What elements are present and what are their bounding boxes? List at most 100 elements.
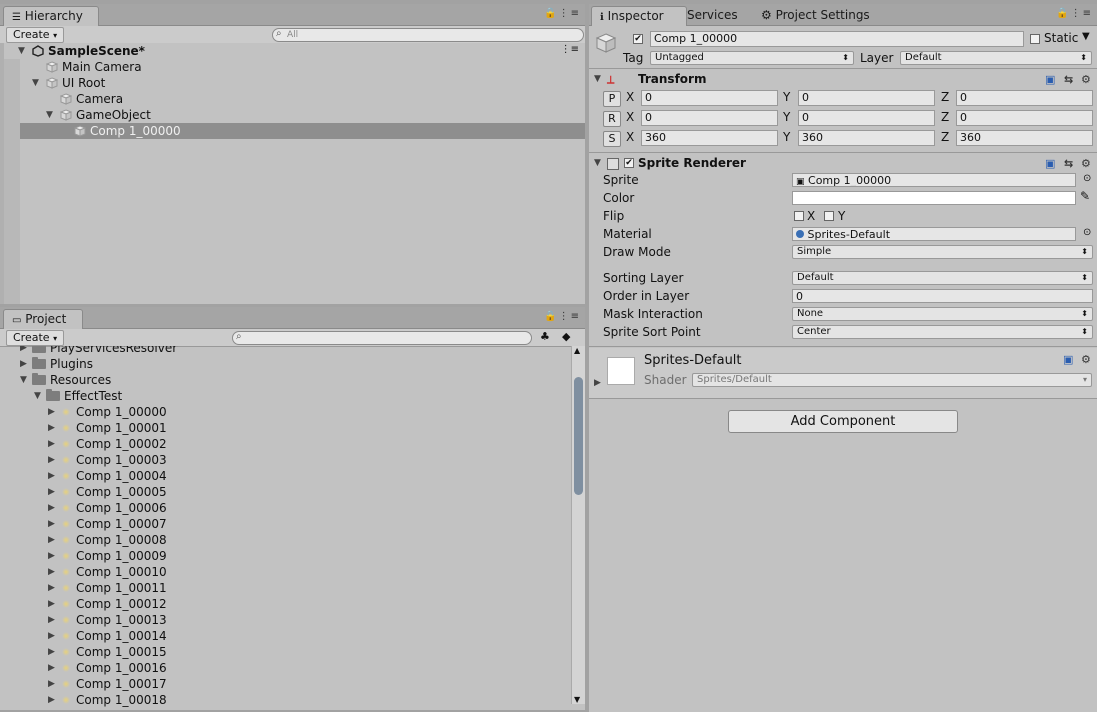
project-asset-item[interactable]: ▶ Comp 1_00006 <box>4 500 571 516</box>
position-x-field[interactable]: 0 <box>641 90 778 106</box>
collapse-arrow-icon[interactable]: ▶ <box>48 628 55 644</box>
hierarchy-item[interactable]: ▼ SampleScene* <box>4 43 585 59</box>
collapse-arrow-icon[interactable]: ▶ <box>48 660 55 676</box>
hierarchy-item[interactable]: ▼ GameObject <box>4 107 585 123</box>
project-asset-item[interactable]: ▶ Comp 1_00016 <box>4 660 571 676</box>
scale-reset-button[interactable]: S <box>603 131 621 147</box>
project-folder-item[interactable]: ▶ PlayServicesResolver <box>4 346 571 356</box>
filter-by-label-icon[interactable]: ◆ <box>562 330 570 343</box>
sprite-sort-point-dropdown[interactable]: Center ⬍ <box>792 325 1093 339</box>
expand-arrow-icon[interactable]: ▼ <box>32 75 39 91</box>
sorting-layer-dropdown[interactable]: Default ⬍ <box>792 271 1093 285</box>
help-icon[interactable]: ▣ <box>1045 71 1055 88</box>
scale-x-field[interactable]: 360 <box>641 130 778 146</box>
sprite-renderer-header[interactable]: ▼ ✔ Sprite Renderer ▣ ⇆ ⚙ <box>589 155 1097 172</box>
tag-dropdown[interactable]: Untagged ⬍ <box>650 51 854 65</box>
project-asset-item[interactable]: ▶ Comp 1_00010 <box>4 564 571 580</box>
project-asset-item[interactable]: ▶ Comp 1_00018 <box>4 692 571 708</box>
preset-icon[interactable]: ⇆ <box>1064 71 1073 88</box>
project-folder-item[interactable]: ▶ Plugins <box>4 356 571 372</box>
project-folder-item[interactable]: ▼ EffectTest <box>4 388 571 404</box>
collapse-arrow-icon[interactable]: ▶ <box>48 500 55 516</box>
mask-interaction-dropdown[interactable]: None ⬍ <box>792 307 1093 321</box>
collapse-arrow-icon[interactable]: ▼ <box>594 155 601 172</box>
project-create-button[interactable]: Create ▾ <box>6 330 65 346</box>
project-asset-item[interactable]: ▶ Comp 1_00004 <box>4 468 571 484</box>
rotation-x-field[interactable]: 0 <box>641 110 778 126</box>
object-picker-icon[interactable]: ⊙ <box>1083 227 1091 238</box>
position-reset-button[interactable]: P <box>603 91 621 107</box>
help-icon[interactable]: ▣ <box>1045 155 1055 172</box>
collapse-arrow-icon[interactable]: ▶ <box>48 516 55 532</box>
collapse-arrow-icon[interactable]: ▼ <box>594 71 601 88</box>
collapse-arrow-icon[interactable]: ▶ <box>48 644 55 660</box>
project-asset-item[interactable]: ▶ Comp 1_00009 <box>4 548 571 564</box>
collapse-arrow-icon[interactable]: ▶ <box>48 436 55 452</box>
collapse-arrow-icon[interactable]: ▶ <box>48 532 55 548</box>
project-asset-item[interactable]: ▶ Comp 1_00014 <box>4 628 571 644</box>
panel-menu-icons[interactable]: 🔒⋮≡ <box>544 8 581 19</box>
object-active-checkbox[interactable]: ✔ <box>633 34 643 44</box>
transform-header[interactable]: ▼ ⟂ Transform ▣ ⇆ ⚙ <box>589 71 1097 88</box>
position-y-field[interactable]: 0 <box>798 90 935 106</box>
flip-y-checkbox[interactable] <box>824 211 834 221</box>
order-in-layer-field[interactable]: 0 <box>792 289 1093 303</box>
add-component-button[interactable]: Add Component <box>728 410 958 433</box>
scroll-thumb[interactable] <box>574 377 583 495</box>
collapse-arrow-icon[interactable]: ▶ <box>48 692 55 708</box>
project-scrollbar[interactable]: ▲ ▼ <box>571 346 585 704</box>
collapse-arrow-icon[interactable]: ▶ <box>48 452 55 468</box>
collapse-arrow-icon[interactable]: ▶ <box>20 356 27 372</box>
scene-menu-icon[interactable]: ⋮≡ <box>561 44 579 55</box>
sprite-renderer-enabled-checkbox[interactable]: ✔ <box>624 158 634 168</box>
layer-dropdown[interactable]: Default ⬍ <box>900 51 1092 65</box>
project-asset-item[interactable]: ▶ Comp 1_00011 <box>4 580 571 596</box>
expand-arrow-icon[interactable]: ▼ <box>46 107 53 123</box>
hierarchy-item[interactable]: Comp 1_00000 <box>4 123 585 139</box>
hierarchy-item[interactable]: Main Camera <box>4 59 585 75</box>
scale-z-field[interactable]: 360 <box>956 130 1093 146</box>
filter-by-type-icon[interactable]: ♣ <box>540 330 550 343</box>
project-asset-item[interactable]: ▶ Comp 1_00013 <box>4 612 571 628</box>
color-field[interactable] <box>792 191 1076 205</box>
expand-arrow-icon[interactable]: ▼ <box>20 372 27 388</box>
project-asset-item[interactable]: ▶ Comp 1_00012 <box>4 596 571 612</box>
static-checkbox[interactable] <box>1030 34 1040 44</box>
collapse-arrow-icon[interactable]: ▶ <box>48 420 55 436</box>
project-folder-item[interactable]: ▼ Resources <box>4 372 571 388</box>
collapse-arrow-icon[interactable]: ▶ <box>48 596 55 612</box>
project-search-input[interactable]: ⌕ <box>232 331 532 345</box>
expand-arrow-icon[interactable]: ▶ <box>594 378 601 388</box>
tab-hierarchy[interactable]: ☰ Hierarchy <box>3 6 99 26</box>
tab-project[interactable]: ▭ Project <box>3 309 83 329</box>
panel-menu-icons[interactable]: 🔒⋮≡ <box>1056 8 1093 19</box>
hierarchy-item[interactable]: Camera <box>4 91 585 107</box>
position-z-field[interactable]: 0 <box>956 90 1093 106</box>
tab-project-settings[interactable]: ⚙ Project Settings <box>753 6 878 25</box>
tab-services[interactable]: Services <box>679 6 746 25</box>
settings-gear-icon[interactable]: ⚙ <box>1081 155 1091 172</box>
project-asset-item[interactable]: ▶ Comp 1_00001 <box>4 420 571 436</box>
project-asset-item[interactable]: ▶ Comp 1_00000 <box>4 404 571 420</box>
rotation-y-field[interactable]: 0 <box>798 110 935 126</box>
shader-dropdown[interactable]: Sprites/Default ▾ <box>692 373 1092 387</box>
collapse-arrow-icon[interactable]: ▶ <box>48 676 55 692</box>
scroll-up-arrow[interactable]: ▲ <box>574 346 580 355</box>
rotation-reset-button[interactable]: R <box>603 111 621 127</box>
help-icon[interactable]: ▣ <box>1063 353 1073 366</box>
scale-y-field[interactable]: 360 <box>798 130 935 146</box>
panel-menu-icons[interactable]: 🔒⋮≡ <box>544 311 581 322</box>
hierarchy-search-input[interactable]: ⌕ All <box>272 28 584 42</box>
expand-arrow-icon[interactable]: ▼ <box>18 43 25 59</box>
object-picker-icon[interactable]: ⊙ <box>1083 173 1091 184</box>
project-asset-item[interactable]: ▶ Comp 1_00007 <box>4 516 571 532</box>
collapse-arrow-icon[interactable]: ▶ <box>48 580 55 596</box>
object-name-field[interactable]: Comp 1_00000 <box>650 31 1024 47</box>
collapse-arrow-icon[interactable]: ▶ <box>48 548 55 564</box>
static-dropdown-icon[interactable]: ▼ <box>1082 31 1090 42</box>
draw-mode-dropdown[interactable]: Simple ⬍ <box>792 245 1093 259</box>
project-asset-item[interactable]: ▶ Comp 1_00017 <box>4 676 571 692</box>
collapse-arrow-icon[interactable]: ▶ <box>48 612 55 628</box>
hierarchy-create-button[interactable]: Create ▾ <box>6 27 65 43</box>
sprite-field[interactable]: ▣ Comp 1_00000 <box>792 173 1076 187</box>
